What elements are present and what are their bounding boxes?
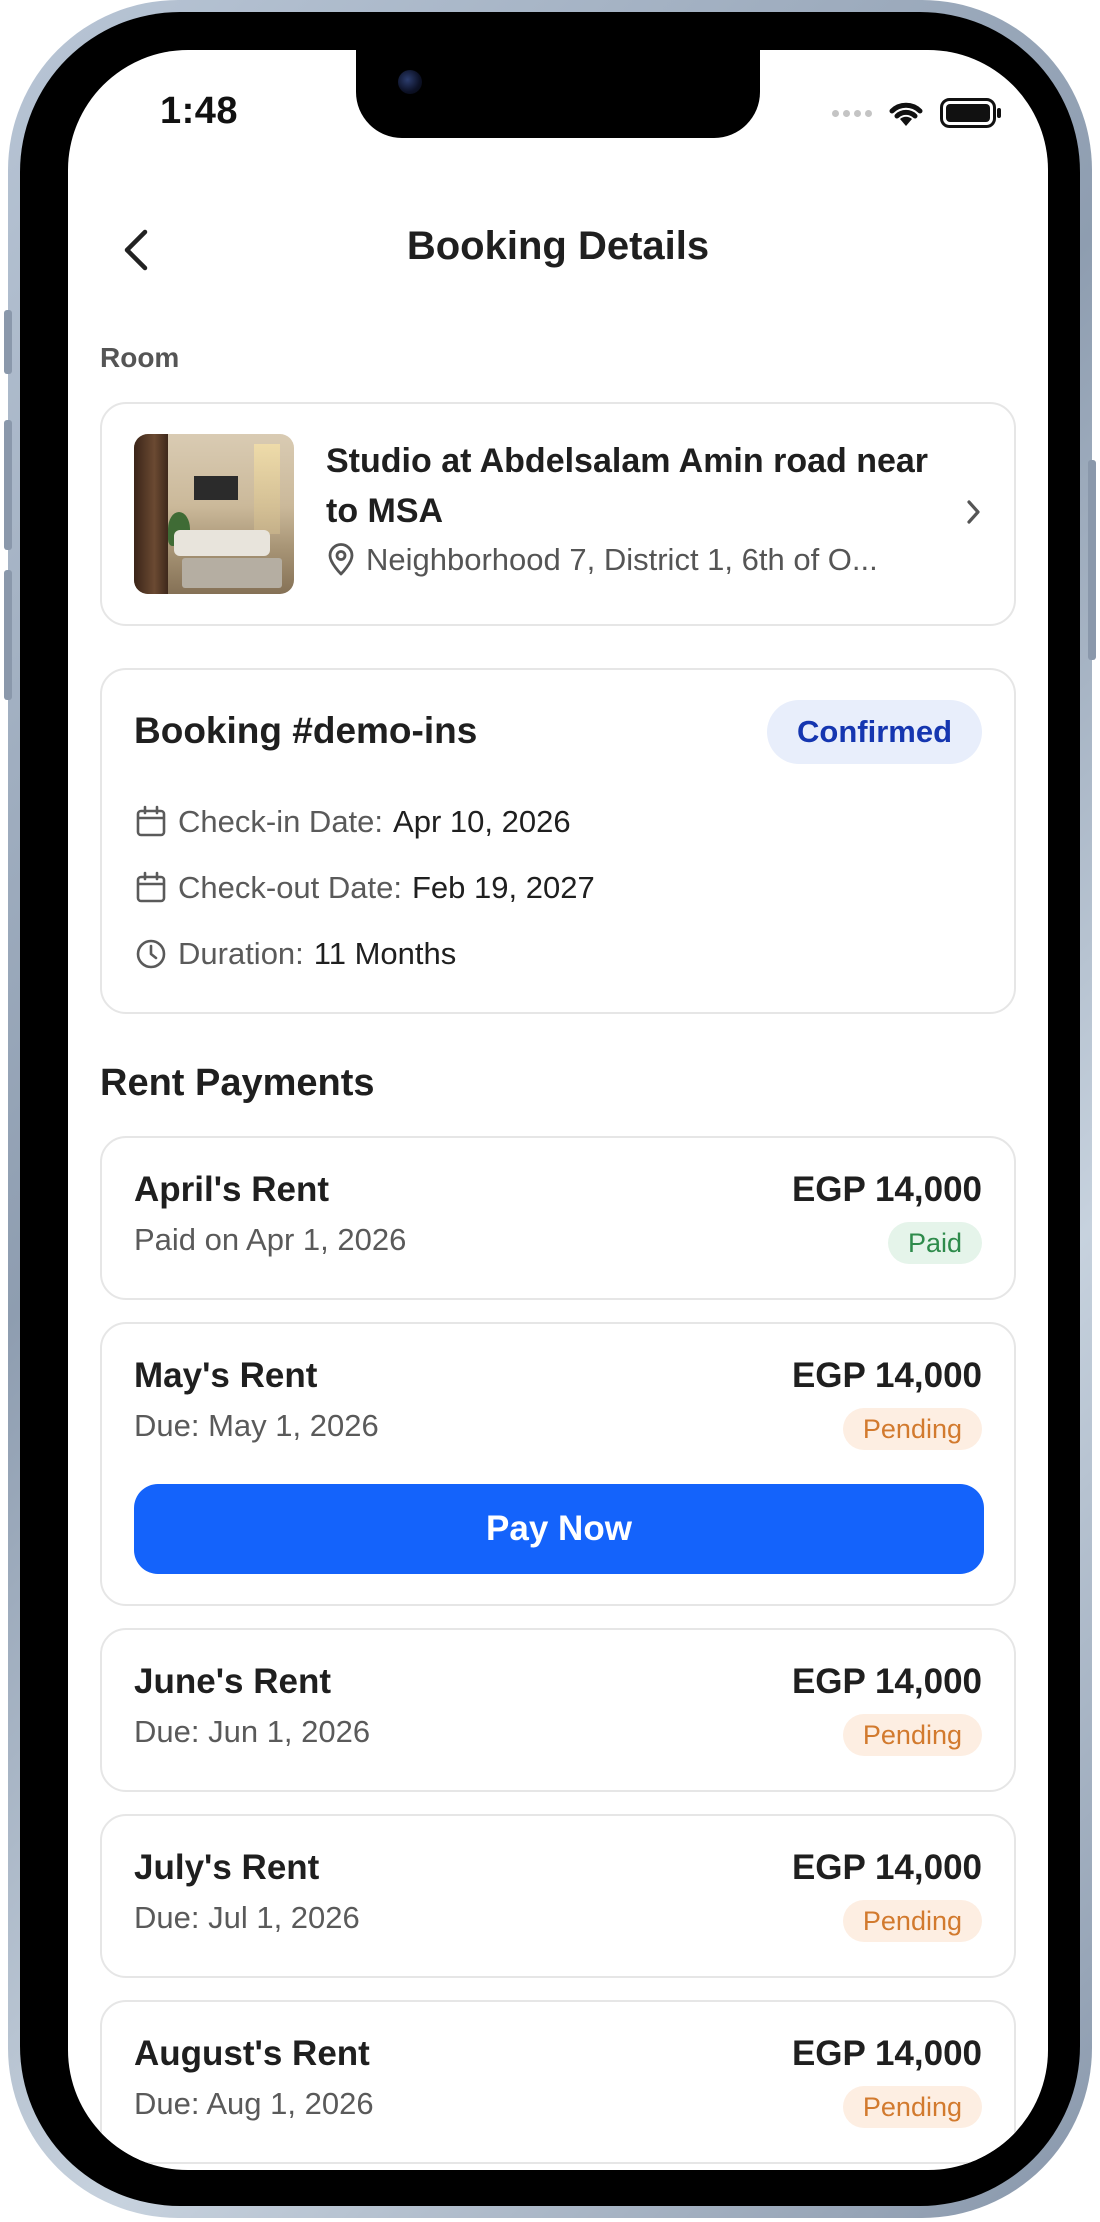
volume-up-button — [4, 420, 12, 550]
rent-card: May's Rent Due: May 1, 2026 EGP 14,000 P… — [100, 1322, 1016, 1606]
rent-amount: EGP 14,000 — [791, 1170, 982, 1209]
clock-icon — [136, 939, 166, 969]
page-title: Booking Details — [406, 224, 710, 268]
duration-row: Duration: 11 Months — [134, 936, 456, 972]
rent-date: Due: Jun 1, 2026 — [134, 1714, 371, 1749]
checkin-row: Check-in Date: Apr 10, 2026 — [134, 804, 571, 840]
room-thumbnail — [134, 434, 294, 594]
checkout-value: Feb 19, 2027 — [412, 870, 595, 905]
status-badge: Pending — [842, 2086, 982, 2128]
rent-card: April's Rent Paid on Apr 1, 2026 EGP 14,… — [100, 1136, 1016, 1300]
rent-name: June's Rent — [134, 1662, 331, 1701]
checkin-label: Check-in Date: — [178, 804, 384, 839]
app-screen: 1:48 Booking Details Room Studio at Abde… — [68, 50, 1048, 2170]
pay-now-button[interactable]: Pay Now — [134, 1484, 984, 1574]
room-location-text: Neighborhood 7, District 1, 6th of O... — [366, 542, 878, 577]
status-badge: Pending — [842, 1714, 982, 1756]
power-button — [1088, 460, 1096, 660]
rent-date: Due: May 1, 2026 — [134, 1408, 379, 1443]
duration-value: 11 Months — [313, 936, 457, 971]
rent-card: June's Rent Due: Jun 1, 2026 EGP 14,000 … — [100, 1628, 1016, 1792]
rent-name: May's Rent — [134, 1356, 318, 1395]
status-icons — [832, 98, 1002, 128]
duration-label: Duration: — [178, 936, 304, 971]
rent-date: Due: Aug 1, 2026 — [134, 2086, 374, 2121]
status-badge: Paid — [887, 1222, 982, 1264]
calendar-icon — [136, 805, 166, 837]
rent-amount: EGP 14,000 — [791, 1356, 982, 1395]
rent-amount: EGP 14,000 — [791, 1662, 982, 1701]
status-time: 1:48 — [160, 90, 239, 132]
mute-switch — [4, 310, 12, 374]
rent-name: August's Rent — [134, 2034, 370, 2073]
booking-status-badge: Confirmed — [767, 700, 982, 764]
rent-amount: EGP 14,000 — [791, 2034, 982, 2073]
room-card[interactable]: Studio at Abdelsalam Amin road near to M… — [100, 402, 1016, 626]
rent-payments-heading: Rent Payments — [100, 1062, 375, 1104]
calendar-icon — [136, 871, 166, 903]
booking-title: Booking #demo-ins — [134, 710, 478, 751]
room-location: Neighborhood 7, District 1, 6th of O... — [326, 542, 966, 578]
location-pin-icon — [328, 543, 354, 576]
rent-amount: EGP 14,000 — [791, 1848, 982, 1887]
battery-icon — [940, 98, 1001, 128]
rent-card: July's Rent Due: Jul 1, 2026 EGP 14,000 … — [100, 1814, 1016, 1978]
room-title: Studio at Abdelsalam Amin road near to M… — [326, 442, 929, 530]
volume-down-button — [4, 570, 12, 700]
booking-card: Booking #demo-ins Confirmed Check-in Dat… — [100, 668, 1016, 1014]
notch — [356, 50, 760, 138]
room-section-label: Room — [100, 342, 180, 373]
rent-name: April's Rent — [134, 1170, 330, 1209]
checkout-label: Check-out Date: — [178, 870, 402, 905]
phone-frame: 1:48 Booking Details Room Studio at Abde… — [4, 0, 1096, 2218]
rent-card: August's Rent Due: Aug 1, 2026 EGP 14,00… — [100, 2000, 1016, 2164]
header: Booking Details — [68, 210, 1048, 290]
rent-name: July's Rent — [134, 1848, 320, 1887]
rent-date: Due: Jul 1, 2026 — [134, 1900, 360, 1935]
signal-icon — [832, 109, 872, 117]
status-badge: Pending — [842, 1900, 982, 1942]
checkin-value: Apr 10, 2026 — [393, 804, 571, 839]
chevron-right-icon — [967, 500, 980, 524]
room-chevron — [964, 496, 984, 533]
checkout-row: Check-out Date: Feb 19, 2027 — [134, 870, 595, 906]
rent-date: Paid on Apr 1, 2026 — [134, 1222, 407, 1257]
status-badge: Pending — [842, 1408, 982, 1450]
wifi-icon — [889, 102, 923, 126]
front-camera — [398, 70, 422, 94]
